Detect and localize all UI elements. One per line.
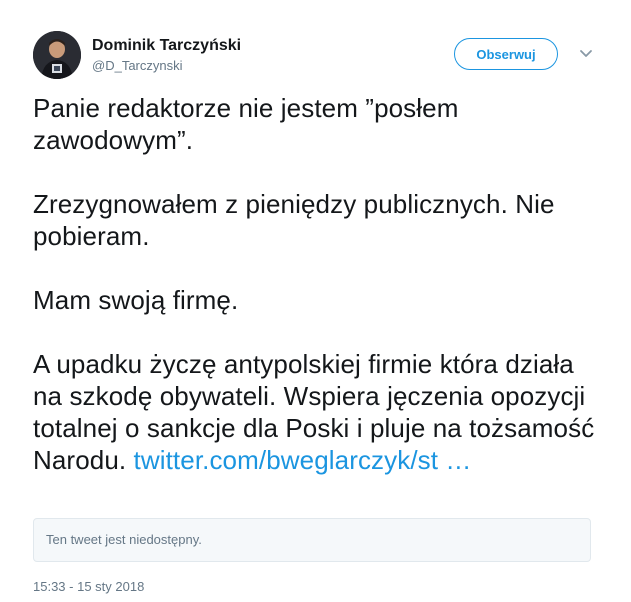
avatar-image — [33, 31, 81, 79]
quoted-tweet-card[interactable]: Ten tweet jest niedostępny. — [33, 518, 591, 562]
timestamp[interactable]: 15:33 - 15 sty 2018 — [33, 579, 144, 595]
quoted-tweet-text: Ten tweet jest niedostępny. — [46, 532, 202, 547]
tweet-text: Panie redaktorze nie jestem ”posłem zawo… — [33, 92, 603, 476]
author-name[interactable]: Dominik Tarczyński — [92, 36, 241, 56]
tweet-paragraph: A upadku życzę antypolskiej firmie która… — [33, 348, 603, 476]
follow-button[interactable]: Obserwuj — [454, 38, 558, 70]
tweet-link[interactable]: twitter.com/bweglarczyk/st … — [134, 445, 472, 475]
chevron-down-icon[interactable] — [576, 46, 596, 62]
tweet: Dominik Tarczyński @D_Tarczynski Obserwu… — [0, 0, 631, 602]
tweet-paragraph: Panie redaktorze nie jestem ”posłem zawo… — [33, 93, 459, 155]
avatar[interactable] — [33, 31, 81, 79]
tweet-paragraph: Zrezygnowałem z pieniędzy publicznych. N… — [33, 189, 555, 251]
author-handle[interactable]: @D_Tarczynski — [92, 58, 183, 74]
tweet-paragraph: Mam swoją firmę. — [33, 285, 239, 315]
